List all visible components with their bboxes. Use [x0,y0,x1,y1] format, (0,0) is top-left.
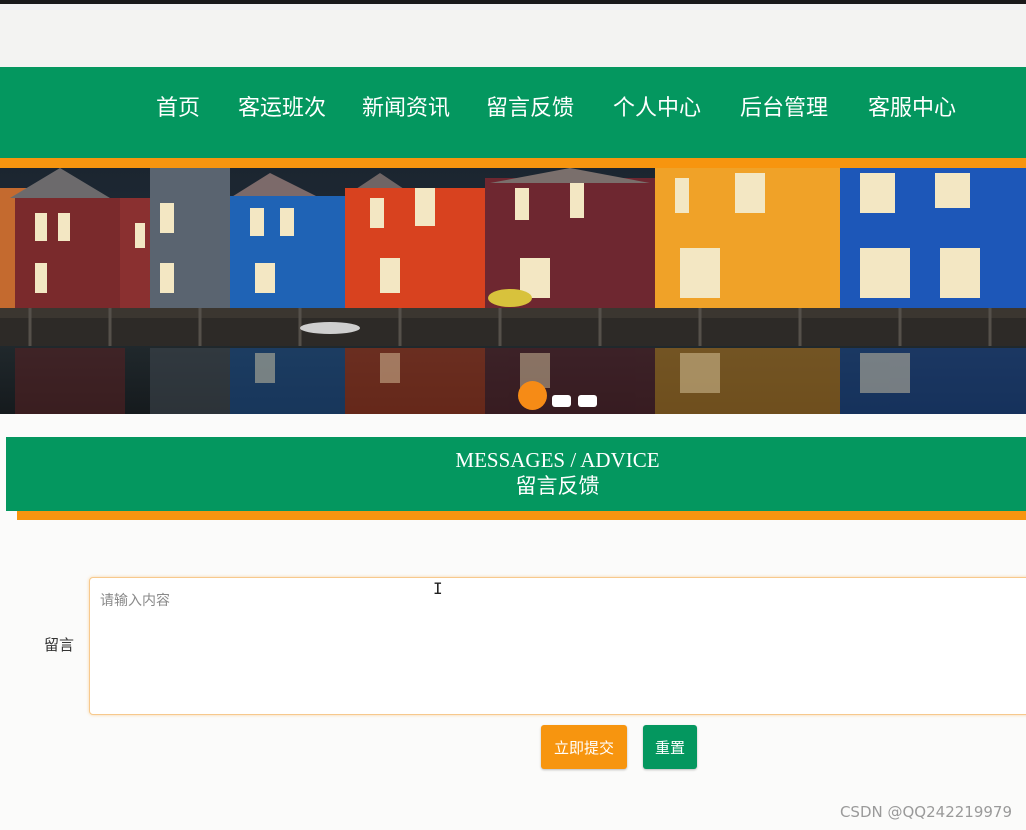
message-textarea[interactable] [89,577,1026,715]
banner-image [0,168,1026,414]
nav-item-schedule[interactable]: 客运班次 [238,94,326,124]
section-accent-stripe [17,511,1026,520]
nav-item-admin[interactable]: 后台管理 [740,94,828,124]
carousel-dot-3[interactable] [578,395,597,407]
section-title-cn: 留言反馈 [515,474,600,498]
nav-accent-stripe [0,158,1026,168]
text-cursor-icon: I [433,579,443,598]
nav-item-news[interactable]: 新闻资讯 [362,94,450,124]
carousel-dot-2[interactable] [552,395,571,407]
reset-button[interactable]: 重置 [643,725,697,769]
nav-item-feedback[interactable]: 留言反馈 [486,94,574,124]
message-label: 留言 [44,636,75,654]
top-header [0,4,1026,67]
section-title-en: MESSAGES / ADVICE [455,448,660,472]
submit-button[interactable]: 立即提交 [541,725,627,769]
banner-carousel [0,168,1026,414]
nav-item-profile[interactable]: 个人中心 [613,94,701,124]
carousel-dot-1[interactable] [518,381,547,410]
nav-item-service[interactable]: 客服中心 [868,94,956,124]
watermark: CSDN @QQ242219979 [839,803,1012,821]
nav-item-home[interactable]: 首页 [156,94,200,124]
